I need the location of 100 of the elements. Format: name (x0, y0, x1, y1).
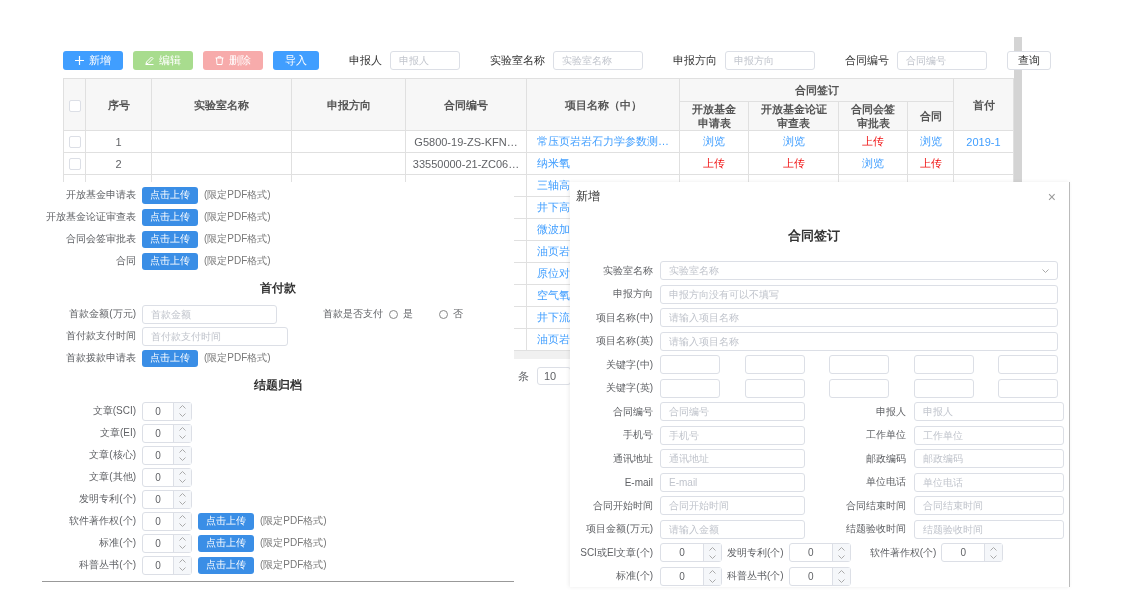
chevron-up-icon[interactable] (179, 448, 186, 453)
project-link[interactable]: 油页岩 (537, 333, 570, 345)
stepper-control[interactable] (703, 567, 721, 585)
project-link[interactable]: 原位对 (537, 267, 570, 279)
keyword-field[interactable] (744, 378, 805, 398)
chevron-up-icon[interactable] (837, 570, 845, 574)
stepper-control[interactable] (173, 402, 191, 420)
chevron-down-icon[interactable] (709, 555, 716, 559)
chevron-down-icon[interactable] (179, 457, 186, 462)
keyword-field[interactable] (998, 355, 1058, 375)
checkbox[interactable] (68, 158, 81, 171)
upload-button[interactable]: 点击上传 (142, 230, 198, 248)
checkbox[interactable] (68, 99, 81, 112)
chevron-down-icon[interactable] (179, 545, 186, 550)
keyword-field[interactable] (998, 378, 1058, 398)
chevron-up-icon[interactable] (990, 546, 998, 551)
chevron-down-icon[interactable] (179, 413, 186, 418)
number-field[interactable]: 0 (142, 555, 192, 575)
number-field[interactable]: 0 (142, 423, 192, 443)
stepper-control[interactable] (173, 512, 191, 530)
chevron-down-icon[interactable] (179, 479, 186, 484)
chevron-up-icon[interactable] (837, 546, 845, 551)
stepper-control[interactable] (831, 544, 850, 562)
chevron-up-icon[interactable] (179, 426, 186, 431)
number-field[interactable]: 0 (142, 445, 192, 465)
chevron-down-icon[interactable] (179, 523, 186, 528)
radio-option[interactable]: 否 (439, 307, 463, 321)
project-link[interactable]: 井下高 (537, 201, 570, 213)
radio-option[interactable]: 是 (389, 307, 413, 321)
close-button[interactable]: × (1045, 188, 1058, 205)
import-button[interactable]: 导入 (273, 51, 319, 70)
keyword-field[interactable] (660, 378, 720, 398)
chevron-up-icon[interactable] (179, 470, 186, 475)
upload-link[interactable]: 上传 (862, 135, 884, 147)
keyword-field[interactable] (913, 355, 974, 375)
stepper-control[interactable] (984, 544, 1003, 562)
number-field[interactable]: 0 (788, 566, 851, 586)
project-link[interactable]: 空气氧 (537, 289, 570, 301)
upload-button[interactable]: 点击上传 (198, 534, 254, 552)
upload-link[interactable]: 上传 (782, 157, 805, 169)
stepper-control[interactable] (173, 424, 191, 442)
chevron-up-icon[interactable] (709, 546, 716, 551)
chevron-down-icon[interactable] (709, 578, 716, 583)
stepper-control[interactable] (173, 446, 191, 464)
chevron-up-icon[interactable] (179, 536, 186, 541)
number-field[interactable]: 0 (142, 401, 192, 421)
upload-button[interactable]: 点击上传 (198, 512, 254, 530)
stepper-control[interactable] (173, 556, 191, 574)
number-field[interactable]: 0 (142, 467, 192, 487)
project-link[interactable]: 油页岩 (537, 245, 570, 257)
chevron-up-icon[interactable] (179, 558, 186, 563)
format-note: (限定PDF格式) (260, 514, 327, 528)
stepper-control[interactable] (703, 544, 721, 562)
upload-button[interactable]: 点击上传 (198, 556, 254, 574)
chevron-down-icon[interactable] (179, 501, 186, 506)
number-field[interactable]: 0 (142, 511, 192, 531)
stepper-control[interactable] (173, 468, 191, 486)
chevron-down-icon[interactable] (1042, 268, 1049, 273)
stepper-control[interactable] (831, 567, 850, 585)
keyword-field[interactable] (660, 355, 720, 375)
view-link[interactable]: 浏览 (703, 135, 725, 147)
number-field[interactable]: 0 (142, 489, 192, 509)
project-link[interactable]: 纳米氧 (537, 157, 570, 169)
chevron-down-icon[interactable] (179, 435, 186, 440)
upload-link[interactable]: 上传 (703, 157, 725, 169)
number-field[interactable]: 0 (660, 566, 722, 586)
checkbox[interactable] (68, 136, 81, 149)
view-link[interactable]: 浏览 (862, 157, 884, 169)
query-button[interactable]: 查询 (1007, 51, 1051, 70)
stepper-control[interactable] (173, 490, 191, 508)
upload-button[interactable]: 点击上传 (142, 208, 198, 226)
chevron-up-icon[interactable] (179, 492, 186, 497)
upload-button[interactable]: 点击上传 (142, 349, 198, 367)
number-field[interactable]: 0 (142, 533, 192, 553)
keyword-field[interactable] (913, 378, 974, 398)
chevron-down-icon[interactable] (990, 555, 998, 559)
keyword-field[interactable] (829, 378, 889, 398)
stepper-control[interactable] (173, 534, 191, 552)
number-field[interactable]: 0 (788, 543, 851, 563)
upload-button[interactable]: 点击上传 (142, 186, 198, 204)
view-link[interactable]: 浏览 (782, 135, 805, 147)
chevron-up-icon[interactable] (179, 514, 186, 519)
chevron-up-icon[interactable] (179, 404, 186, 409)
chevron-down-icon[interactable] (837, 578, 845, 583)
number-field[interactable]: 0 (941, 543, 1004, 563)
chevron-down-icon[interactable] (179, 567, 186, 572)
project-link[interactable]: 井下流 (537, 311, 570, 323)
chevron-up-icon[interactable] (709, 570, 716, 574)
filter-label: 申报人 (349, 53, 382, 68)
chevron-down-icon[interactable] (837, 555, 845, 559)
keyword-field[interactable] (829, 355, 889, 375)
upload-button[interactable]: 点击上传 (142, 252, 198, 270)
text-field[interactable]: E-mail (660, 472, 805, 492)
keyword-field[interactable] (744, 355, 805, 375)
form-label: 实验室名称 (602, 263, 654, 278)
form-label: 科普丛书(个) (726, 569, 785, 584)
number-field[interactable]: 0 (660, 543, 722, 563)
project-link[interactable]: 三轴高 (537, 179, 570, 191)
project-link[interactable]: 微波加 (537, 223, 570, 235)
add-button[interactable]: 新增 (63, 51, 123, 70)
